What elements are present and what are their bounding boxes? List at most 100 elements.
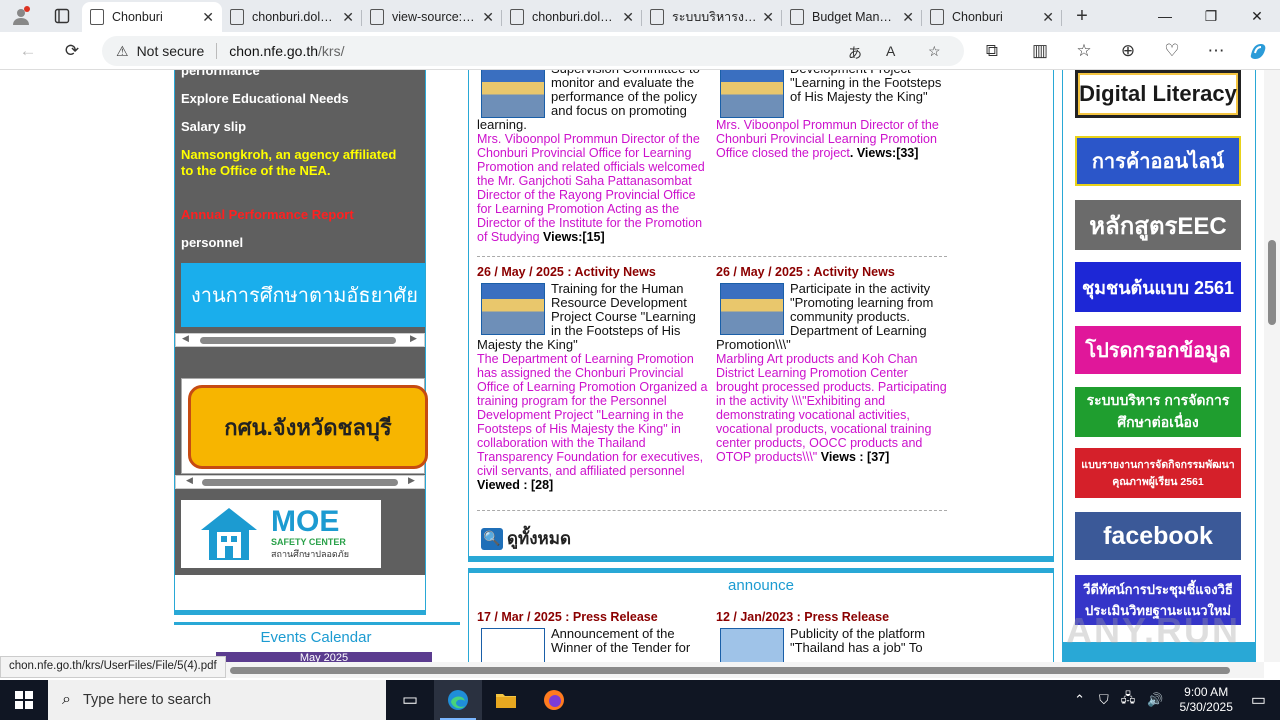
network-icon[interactable]: 🖧 bbox=[1121, 689, 1136, 711]
tab-title[interactable]: view-source:chon bbox=[392, 10, 478, 24]
url-path[interactable]: /krs/ bbox=[318, 43, 344, 59]
address-bar[interactable]: ⚠ Not secure chon.nfe.go.th/krs/ あ A ☆ bbox=[102, 36, 964, 66]
right-banner-link[interactable]: การค้าออนไลน์ bbox=[1075, 136, 1241, 186]
favorites-icon[interactable]: ☆ bbox=[1068, 36, 1100, 66]
browser-tab[interactable]: Chonburi ✕ bbox=[82, 2, 222, 32]
see-all-label[interactable]: ดูทั้งหมด bbox=[507, 525, 571, 552]
task-view-icon[interactable]: ▭ bbox=[386, 680, 434, 720]
tab-close-icon[interactable]: ✕ bbox=[1042, 9, 1054, 26]
security-tray-icon[interactable]: ⛉ bbox=[1099, 692, 1109, 708]
restore-button[interactable]: ❐ bbox=[1188, 0, 1234, 32]
scroll-thumb[interactable] bbox=[200, 337, 396, 344]
scroll-thumb[interactable] bbox=[1268, 240, 1276, 325]
extensions-icon[interactable]: ⧉ bbox=[976, 36, 1008, 66]
announce-item[interactable]: 17 / Mar / 2025 : Press Release Announce… bbox=[477, 610, 709, 668]
scroll-left-icon[interactable]: ◀ bbox=[182, 333, 189, 344]
tab-close-icon[interactable]: ✕ bbox=[902, 9, 914, 26]
translate-icon[interactable]: あ bbox=[848, 43, 862, 63]
scroll-thumb[interactable] bbox=[202, 479, 398, 486]
scroll-thumb[interactable] bbox=[230, 667, 1230, 674]
right-banner-link[interactable]: โปรดกรอกข้อมูล bbox=[1075, 326, 1241, 374]
firefox-icon[interactable] bbox=[530, 680, 578, 720]
profile-icon[interactable] bbox=[0, 0, 42, 32]
taskbar-search[interactable]: ⌕ Type here to search bbox=[48, 680, 386, 720]
banner-scrollbar[interactable]: ◀ ▶ bbox=[175, 333, 425, 347]
vertical-scrollbar[interactable] bbox=[1264, 70, 1280, 662]
notification-icon[interactable]: ▭ bbox=[1251, 690, 1266, 710]
chevron-up-icon[interactable]: ⌃ bbox=[1074, 692, 1085, 708]
tab-title[interactable]: chonburi.dole.go.th bbox=[532, 10, 618, 24]
performance-icon[interactable]: ♡ bbox=[1156, 36, 1188, 66]
tab-close-icon[interactable]: ✕ bbox=[482, 9, 494, 26]
tab-title[interactable]: chonburi.dole.go.th bbox=[252, 10, 338, 24]
menu-item-explore-needs[interactable]: Explore Educational Needs bbox=[181, 91, 401, 107]
close-window-button[interactable]: ✕ bbox=[1234, 0, 1280, 32]
right-banner-link[interactable]: ชุมชนต้นแบบ 2561 bbox=[1075, 262, 1241, 312]
start-button[interactable] bbox=[0, 680, 48, 720]
more-menu-icon[interactable]: ⋯ bbox=[1200, 36, 1232, 66]
news-item[interactable]: 26 / May / 2025 : Activity News Training… bbox=[477, 265, 709, 492]
tab-title[interactable]: Chonburi bbox=[112, 10, 198, 24]
see-all-link[interactable]: 🔍 ดูทั้งหมด bbox=[481, 525, 571, 552]
security-label[interactable]: Not secure bbox=[137, 43, 205, 59]
refresh-button[interactable]: ⟳ bbox=[56, 36, 88, 66]
scroll-right-icon[interactable]: ▶ bbox=[408, 475, 415, 486]
menu-item-salary-slip[interactable]: Salary slip bbox=[181, 119, 401, 135]
menu-item-namsongkroh[interactable]: Namsongkroh, an agency affiliated to the… bbox=[181, 147, 401, 179]
tab-close-icon[interactable]: ✕ bbox=[762, 9, 774, 26]
right-banner-link[interactable]: facebook bbox=[1075, 512, 1241, 560]
url-host[interactable]: chon.nfe.go.th bbox=[229, 43, 318, 59]
collections-icon[interactable]: ⊕ bbox=[1112, 36, 1144, 66]
right-banner-link[interactable]: Digital Literacy bbox=[1075, 70, 1241, 118]
moe-safety-banner[interactable]: MOE SAFETY CENTER สถานศึกษาปลอดภัย bbox=[181, 500, 381, 568]
tab-title[interactable]: ระบบบริหารงบประมาณ bbox=[672, 7, 758, 27]
split-screen-icon[interactable]: ▥ bbox=[1024, 36, 1056, 66]
browser-tab[interactable]: Budget Management ✕ bbox=[782, 2, 922, 32]
read-aloud-icon[interactable]: A bbox=[886, 43, 895, 59]
tab-close-icon[interactable]: ✕ bbox=[342, 9, 354, 26]
right-banner-link[interactable]: ระบบบริหาร การจัดการศึกษาต่อเนื่อง bbox=[1075, 387, 1241, 437]
scroll-right-icon[interactable]: ▶ bbox=[410, 333, 417, 344]
new-tab-button[interactable]: + bbox=[1062, 0, 1102, 32]
kor-banner-scrollbar[interactable]: ◀ ▶ bbox=[175, 475, 425, 489]
news-item[interactable]: 26 / May / 2025 : Activity News Particip… bbox=[716, 265, 948, 464]
search-placeholder[interactable]: Type here to search bbox=[83, 692, 211, 708]
news-thumbnail[interactable] bbox=[481, 70, 545, 118]
news-thumbnail[interactable] bbox=[720, 70, 784, 118]
news-section: Supervision Committee to monitor and eva… bbox=[468, 70, 1054, 560]
informal-education-banner[interactable]: งานการศึกษาตามอัธยาศัย bbox=[181, 263, 425, 327]
minimize-button[interactable]: — bbox=[1142, 0, 1188, 32]
tab-close-icon[interactable]: ✕ bbox=[622, 9, 634, 26]
news-thumbnail[interactable] bbox=[720, 283, 784, 335]
browser-tab[interactable]: chonburi.dole.go.th ✕ bbox=[222, 2, 362, 32]
menu-item-performance[interactable]: performance bbox=[181, 70, 401, 79]
browser-tab[interactable]: ระบบบริหารงบประมาณ✕ bbox=[642, 2, 782, 32]
announce-item[interactable]: 12 / Jan/2023 : Press Release Publicity … bbox=[716, 610, 948, 668]
favorite-star-icon[interactable]: ☆ bbox=[928, 43, 941, 60]
page-viewport: performance Explore Educational Needs Sa… bbox=[0, 70, 1280, 680]
file-explorer-icon[interactable] bbox=[482, 680, 530, 720]
news-thumbnail[interactable] bbox=[481, 283, 545, 335]
announce-date: 17 / Mar / 2025 : Press Release bbox=[477, 610, 658, 624]
browser-tab[interactable]: Chonburi ✕ bbox=[922, 2, 1062, 32]
scroll-left-icon[interactable]: ◀ bbox=[186, 475, 193, 486]
tab-title[interactable]: Budget Management bbox=[812, 10, 898, 24]
kor-chonburi-banner[interactable]: กศน.จังหวัดชลบุรี bbox=[188, 385, 428, 469]
volume-icon[interactable]: 🔊 bbox=[1147, 692, 1163, 708]
menu-item-annual-report[interactable]: Annual Performance Report bbox=[181, 207, 401, 223]
news-item[interactable]: Supervision Committee to monitor and eva… bbox=[477, 70, 709, 244]
tab-title[interactable]: Chonburi bbox=[952, 10, 1038, 24]
back-button[interactable]: ← bbox=[12, 36, 44, 66]
browser-tab[interactable]: chonburi.dole.go.th ✕ bbox=[502, 2, 642, 32]
right-banner-link[interactable]: แบบรายงานการจัดกิจกรรมพัฒนาคุณภาพผู้เรีย… bbox=[1075, 448, 1241, 498]
copilot-icon[interactable] bbox=[1242, 36, 1274, 66]
browser-tab[interactable]: view-source:chon ✕ bbox=[362, 2, 502, 32]
menu-item-personnel[interactable]: personnel bbox=[181, 235, 401, 251]
news-item[interactable]: Development Project "Learning in the Foo… bbox=[716, 70, 948, 160]
tab-close-icon[interactable]: ✕ bbox=[202, 9, 214, 26]
right-banner-link[interactable]: หลักสูตรEEC bbox=[1075, 200, 1241, 250]
clock[interactable]: 9:00 AM 5/30/2025 bbox=[1179, 685, 1232, 715]
warning-icon[interactable]: ⚠ bbox=[116, 43, 129, 60]
tab-actions-icon[interactable] bbox=[42, 0, 82, 32]
edge-icon[interactable] bbox=[434, 680, 482, 720]
